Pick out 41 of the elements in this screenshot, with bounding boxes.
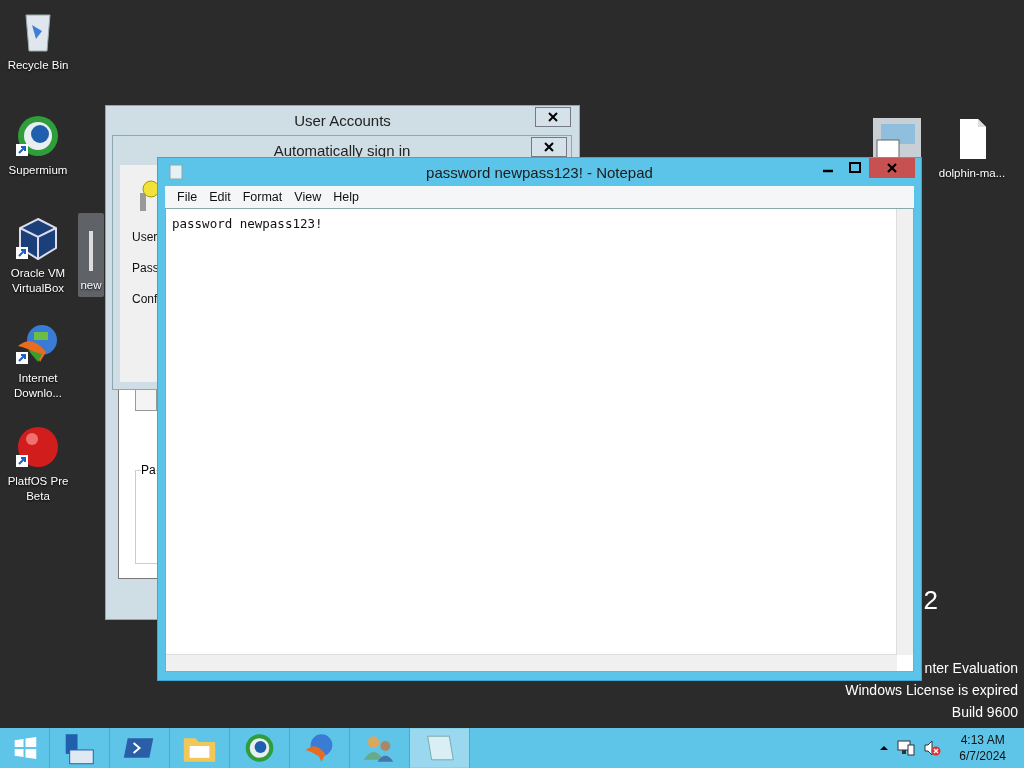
license-text: Build 9600 [951,703,1018,722]
close-button[interactable] [531,137,567,157]
desktop-icon[interactable]: Internet Downlo... [0,318,76,401]
os-version-text: 2 [923,585,938,615]
menu-item[interactable]: View [288,190,328,204]
desktop-icon[interactable]: Oracle VM VirtualBox [0,213,76,296]
caret-icon[interactable] [879,743,890,753]
icon-label: Internet Downlo... [13,371,63,401]
window-title: password newpass123! - Notepad [426,163,653,181]
license-text: nter Evaluation [924,659,1018,678]
icon-label: Recycle Bin [7,58,69,73]
icon-label: PlatfOS Pre Beta [6,474,70,504]
document-text: password newpass123! [172,216,323,231]
icon-label: new [80,278,102,293]
license-text: Windows License is expired [845,681,1018,700]
vertical-scrollbar[interactable] [896,209,913,655]
menu-item[interactable]: Format [236,190,289,204]
menu-item[interactable]: File [171,190,204,204]
menu-item[interactable]: Help [327,190,365,204]
network-icon[interactable] [897,739,916,757]
icon-label: Supermium [8,163,68,178]
desktop-icon[interactable]: PlatfOS Pre Beta [0,421,76,504]
speaker-muted-icon[interactable] [923,739,942,757]
field-label: User [132,230,159,244]
icon-label: Oracle VM VirtualBox [9,266,67,296]
button[interactable] [135,390,157,411]
desktop-icon[interactable]: dolphin-ma... [934,113,1010,181]
clock[interactable]: 4:13 AM 6/7/2024 [959,732,1006,764]
field-label: Conf [132,292,159,306]
horizontal-scrollbar[interactable] [166,654,897,671]
group-label: Pa [141,463,156,477]
menu-item[interactable]: Edit [203,190,237,204]
close-button[interactable] [535,107,571,127]
window-title: User Accounts [294,111,391,129]
desktop-icon[interactable]: Supermium [0,110,76,178]
notepad-icon [169,164,183,180]
desktop-icon[interactable]: Recycle Bin [0,5,76,73]
desktop-icon[interactable]: new [78,213,104,297]
text-area[interactable]: password newpass123! [165,208,914,672]
image-file-icon[interactable] [873,118,921,160]
icon-label: dolphin-ma... [938,166,1006,181]
